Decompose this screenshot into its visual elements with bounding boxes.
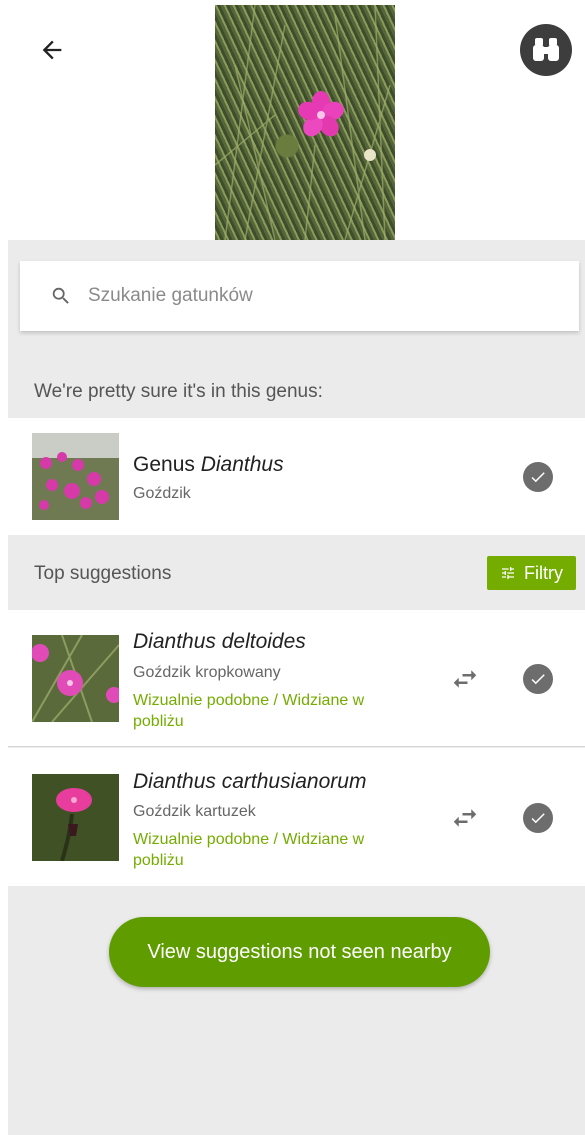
genus-name: Genus Dianthus (133, 453, 284, 477)
genus-row[interactable]: Genus Dianthus Goździk (8, 418, 585, 535)
select-suggestion-button[interactable] (523, 803, 553, 833)
suggestion-scientific-name: Dianthus deltoides (133, 630, 306, 653)
select-genus-button[interactable] (523, 462, 553, 492)
suggestion-common-name: Goździk kropkowany (133, 664, 281, 681)
check-icon (531, 472, 545, 483)
genus-thumbnail (32, 433, 119, 520)
genus-section-heading: We're pretty sure it's in this genus: (34, 381, 323, 402)
genus-taxon: Dianthus (200, 453, 284, 476)
check-icon (531, 674, 545, 685)
suggestion-thumbnail (32, 635, 119, 722)
suggestion-row[interactable]: Dianthus carthusianorum Goździk kartuzek… (8, 748, 585, 886)
view-suggestions-not-nearby-button[interactable]: View suggestions not seen nearby (109, 917, 490, 987)
filter-icon (502, 567, 514, 579)
suggestion-row[interactable]: Dianthus deltoides Goździk kropkowany Wi… (8, 610, 585, 747)
back-button[interactable] (32, 30, 72, 70)
genus-rank: Genus (133, 453, 195, 476)
suggestion-reason: Wizualnie podobne / Widziane w pobliżu (133, 831, 365, 869)
filter-button[interactable]: Filtry (487, 556, 576, 590)
top-suggestions-heading: Top suggestions (34, 563, 172, 584)
check-icon (531, 813, 545, 824)
suggestion-scientific-name: Dianthus carthusianorum (133, 770, 367, 793)
suggestion-reason: Wizualnie podobne / Widziane w pobliżu (133, 692, 365, 730)
arrow-back-icon (42, 40, 62, 60)
binoculars-icon (533, 38, 559, 61)
suggestion-thumbnail (32, 774, 119, 861)
identify-button[interactable] (520, 24, 572, 76)
header (0, 0, 585, 240)
flower-image (215, 5, 391, 240)
compare-icon[interactable] (450, 801, 480, 835)
search-input[interactable] (88, 285, 528, 307)
view-suggestions-label: View suggestions not seen nearby (147, 940, 452, 963)
suggestion-common-name: Goździk kartuzek (133, 803, 256, 820)
observation-photo[interactable] (215, 5, 395, 240)
search-icon (52, 287, 69, 304)
species-search-box[interactable] (20, 261, 579, 331)
select-suggestion-button[interactable] (523, 664, 553, 694)
genus-common-name: Goździk (133, 485, 191, 502)
compare-icon[interactable] (450, 662, 480, 696)
filter-label: Filtry (524, 562, 563, 583)
